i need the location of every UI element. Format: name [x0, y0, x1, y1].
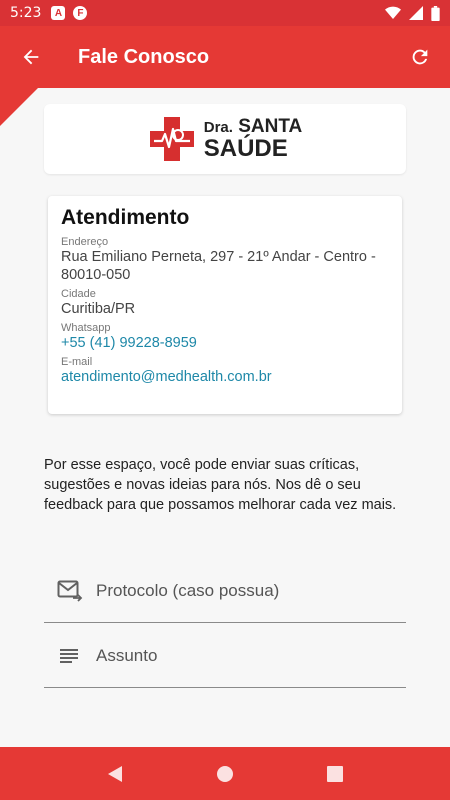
contact-heading: Atendimento	[61, 206, 190, 229]
subject-input[interactable]	[96, 635, 406, 676]
notification-a-icon: A	[51, 6, 66, 20]
mail-forward-icon	[57, 580, 83, 602]
whatsapp-label: Whatsapp	[61, 322, 111, 334]
logo-line2: SAÚDE	[203, 135, 288, 162]
city-label: Cidade	[61, 288, 96, 300]
nav-recents-button[interactable]	[315, 754, 355, 794]
nav-home-button[interactable]	[205, 754, 245, 794]
address-value: Rua Emiliano Perneta, 297 - 21º Andar - …	[61, 249, 376, 283]
system-nav-bar	[0, 747, 450, 800]
back-arrow-icon	[23, 49, 39, 65]
address-label: Endereço	[61, 236, 109, 248]
logo-wordmark: Dra. SANTA SAÚDE	[204, 117, 303, 161]
status-bar: 5:23 A F	[0, 0, 450, 26]
protocol-input[interactable]	[96, 570, 406, 611]
nav-recents-icon	[327, 765, 343, 782]
notification-f-icon: F	[73, 6, 88, 20]
protocol-field-row[interactable]	[44, 559, 406, 623]
subject-field-row[interactable]	[44, 624, 406, 688]
wifi-icon	[385, 6, 401, 19]
subject-lines-icon	[60, 648, 78, 663]
page-title: Fale Conosco	[78, 45, 210, 68]
back-button[interactable]	[0, 26, 62, 88]
city-value: Curitiba/PR	[61, 301, 136, 317]
status-time: 5:23	[10, 5, 42, 21]
refresh-button[interactable]	[390, 26, 450, 88]
medical-cross-logo-icon	[149, 117, 194, 161]
logo-prefix: Dra.	[203, 119, 233, 136]
whatsapp-link[interactable]: +55 (41) 99228-8959	[61, 334, 389, 352]
signal-icon	[409, 6, 423, 20]
app-bar: Fale Conosco	[0, 26, 450, 88]
contact-card: Atendimento Endereço Rua Emiliano Pernet…	[48, 196, 402, 414]
logo-line1: SANTA	[238, 116, 303, 137]
refresh-icon	[412, 49, 428, 65]
battery-icon	[431, 5, 440, 21]
nav-back-button[interactable]	[95, 754, 135, 794]
feedback-description: Por esse espaço, você pode enviar suas c…	[44, 457, 397, 513]
nav-back-icon	[108, 765, 122, 782]
logo-card: Dra. SANTA SAÚDE	[44, 104, 406, 174]
header-corner-decoration	[0, 88, 38, 126]
email-label: E-mail	[61, 356, 93, 368]
email-link[interactable]: atendimento@medhealth.com.br	[61, 368, 389, 386]
nav-home-icon	[217, 765, 233, 782]
